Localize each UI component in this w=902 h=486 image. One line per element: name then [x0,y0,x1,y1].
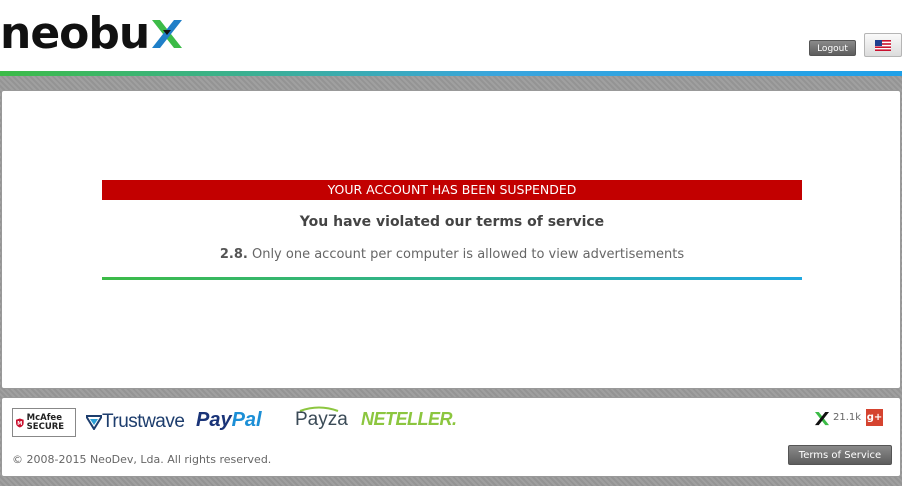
footer: M McAfee SECURE Trustwave PayPal Payza N… [1,397,901,477]
main-panel: YOUR ACCOUNT HAS BEEN SUSPENDED You have… [1,90,901,389]
mcafee-badge[interactable]: M McAfee SECURE [12,408,76,437]
follower-count: 21.1k [833,412,862,423]
svg-text:M: M [17,420,22,426]
divider [102,277,802,280]
header: neobu Logout [0,0,902,72]
violated-rule: 2.8. Only one account per computer is al… [102,247,802,262]
language-button[interactable] [864,33,902,57]
payza-badge[interactable]: Payza [295,409,348,431]
logo-x-icon [152,20,183,48]
suspension-banner: YOUR ACCOUNT HAS BEEN SUSPENDED [102,180,802,200]
violation-headline: You have violated our terms of service [299,214,605,230]
logout-button[interactable]: Logout [809,40,856,56]
logo[interactable]: neobu [0,8,184,60]
mcafee-shield-icon: M [16,418,24,427]
trustwave-label: Trustwave [102,411,185,432]
mcafee-label: McAfee SECURE [26,412,65,432]
us-flag-icon [875,39,891,51]
copyright: © 2008-2015 NeoDev, Lda. All rights rese… [12,453,272,466]
trustwave-icon [86,415,102,430]
terms-of-service-button[interactable]: Terms of Service [788,445,892,465]
rule-number: 2.8. [219,247,248,262]
neteller-badge[interactable]: NETELLER. [361,409,457,430]
trustwave-badge[interactable]: Trustwave [86,411,185,433]
logo-text: neobu [0,8,150,59]
header-accent-bar [0,71,902,76]
paypal-label-2: Pal [231,409,262,431]
neobux-x-icon[interactable] [814,411,830,426]
google-plus-icon[interactable]: g+ [866,409,883,426]
paypal-label-1: Pay [196,409,232,431]
rule-text: Only one account per computer is allowed… [251,247,685,262]
paypal-badge[interactable]: PayPal [196,409,262,432]
